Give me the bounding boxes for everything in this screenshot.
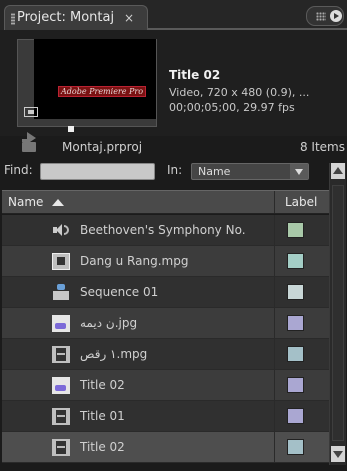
- project-file-name: Montaj.prproj: [62, 140, 143, 154]
- label-swatch[interactable]: [287, 253, 304, 269]
- label-swatch[interactable]: [287, 377, 304, 393]
- film-icon: [52, 346, 70, 363]
- item-name: Title 02: [80, 440, 125, 454]
- item-label-cell: [274, 401, 329, 431]
- label-swatch[interactable]: [287, 315, 304, 331]
- list-item[interactable]: ن دیمه.jpg: [2, 308, 329, 339]
- chevron-down-icon[interactable]: [290, 164, 308, 179]
- list-item[interactable]: ١ رقص.mpg: [2, 339, 329, 370]
- item-name: Title 02: [80, 378, 125, 392]
- clip-name: Title 02: [169, 68, 221, 82]
- list-item[interactable]: Title 02: [2, 432, 329, 463]
- list-item[interactable]: Title 02: [2, 370, 329, 401]
- thumbnail-viewer[interactable]: Adobe Premiere Pro: [34, 39, 156, 132]
- item-label-cell: [274, 277, 329, 307]
- item-name: ١ رقص.mpg: [80, 347, 148, 361]
- scroll-up-icon[interactable]: [331, 163, 345, 179]
- item-label-cell: [274, 370, 329, 400]
- thumbnail-scrubber[interactable]: [68, 126, 74, 132]
- item-name-cell: Title 02: [2, 370, 274, 400]
- audio-icon: [52, 222, 70, 239]
- project-path-row: Montaj.prproj 8 Items: [0, 137, 347, 159]
- poster-frame-icon[interactable]: [24, 107, 38, 117]
- label-swatch[interactable]: [287, 346, 304, 362]
- preview-area: Adobe Premiere Pro Title 02 Video, 720 x…: [0, 30, 347, 144]
- item-name: ن دیمه.jpg: [80, 316, 138, 330]
- grip-icon[interactable]: [11, 13, 15, 25]
- scrollbar-thumb[interactable]: [332, 185, 344, 441]
- item-label-cell: [274, 246, 329, 276]
- column-label[interactable]: Label: [274, 191, 329, 213]
- item-label-cell: [274, 215, 329, 245]
- tab-title: Project: Montaj: [17, 10, 115, 25]
- column-name-label: Name: [8, 195, 44, 209]
- item-name: Title 01: [80, 409, 125, 423]
- item-name-cell: Title 02: [2, 432, 274, 462]
- tab-project[interactable]: Project: Montaj ×: [4, 5, 148, 30]
- thumbnail-title: Adobe Premiere Pro: [58, 86, 147, 97]
- item-name-cell: Sequence 01: [2, 277, 274, 307]
- folder-icon[interactable]: [22, 139, 36, 152]
- item-name: Dang u Rang.mpg: [80, 254, 189, 268]
- column-label-label: Label: [285, 195, 318, 209]
- grip-icon: [316, 12, 326, 21]
- panel-menu-icon: [330, 10, 342, 22]
- project-items-list: Beethoven's Symphony No. Dang u Rang.mpg…: [2, 215, 329, 467]
- item-name-cell: Title 01: [2, 401, 274, 431]
- scroll-down-icon[interactable]: [331, 446, 345, 462]
- list-item[interactable]: Beethoven's Symphony No.: [2, 215, 329, 246]
- item-label-cell: [274, 308, 329, 338]
- clip-info-line: 00;00;05;00, 29.97 fps: [169, 101, 295, 114]
- list-item[interactable]: Title 01: [2, 401, 329, 432]
- item-name: Beethoven's Symphony No.: [80, 223, 246, 237]
- label-swatch[interactable]: [287, 222, 304, 238]
- audio-video-icon: [52, 253, 70, 270]
- item-count: 8 Items: [299, 140, 345, 154]
- label-swatch[interactable]: [287, 408, 304, 424]
- film-icon: [52, 439, 70, 456]
- item-name-cell: ن دیمه.jpg: [2, 308, 274, 338]
- clip-info: Video, 720 x 480 (0.9), ... 00;00;05;00,…: [169, 85, 309, 115]
- clip-info-line: Video, 720 x 480 (0.9), ...: [169, 86, 310, 99]
- label-swatch[interactable]: [287, 439, 304, 455]
- column-header: Name Label: [2, 190, 329, 214]
- item-name-cell: Dang u Rang.mpg: [2, 246, 274, 276]
- panel-tab-bar: Project: Montaj ×: [0, 0, 347, 30]
- close-icon[interactable]: ×: [121, 11, 137, 25]
- item-name-cell: Beethoven's Symphony No.: [2, 215, 274, 245]
- item-label-cell: [274, 339, 329, 369]
- item-name-cell: ١ رقص.mpg: [2, 339, 274, 369]
- title-icon: [52, 377, 70, 394]
- item-name: Sequence 01: [80, 285, 159, 299]
- still-image-icon: [52, 315, 70, 332]
- find-row: Find: In: Name: [0, 160, 347, 182]
- in-select-value: Name: [198, 165, 231, 178]
- film-icon: [52, 408, 70, 425]
- sort-ascending-icon: [52, 199, 64, 206]
- item-label-cell: [274, 432, 329, 462]
- in-label: In:: [167, 163, 183, 177]
- column-name[interactable]: Name: [2, 191, 274, 213]
- list-item[interactable]: Sequence 01: [2, 277, 329, 308]
- panel-menu-button[interactable]: [306, 6, 344, 26]
- label-swatch[interactable]: [287, 284, 304, 300]
- find-input[interactable]: [40, 163, 155, 180]
- vertical-scrollbar[interactable]: [329, 163, 346, 465]
- in-select[interactable]: Name: [191, 163, 309, 180]
- list-item[interactable]: Dang u Rang.mpg: [2, 246, 329, 277]
- sequence-icon: [52, 284, 70, 301]
- find-label: Find:: [4, 163, 33, 177]
